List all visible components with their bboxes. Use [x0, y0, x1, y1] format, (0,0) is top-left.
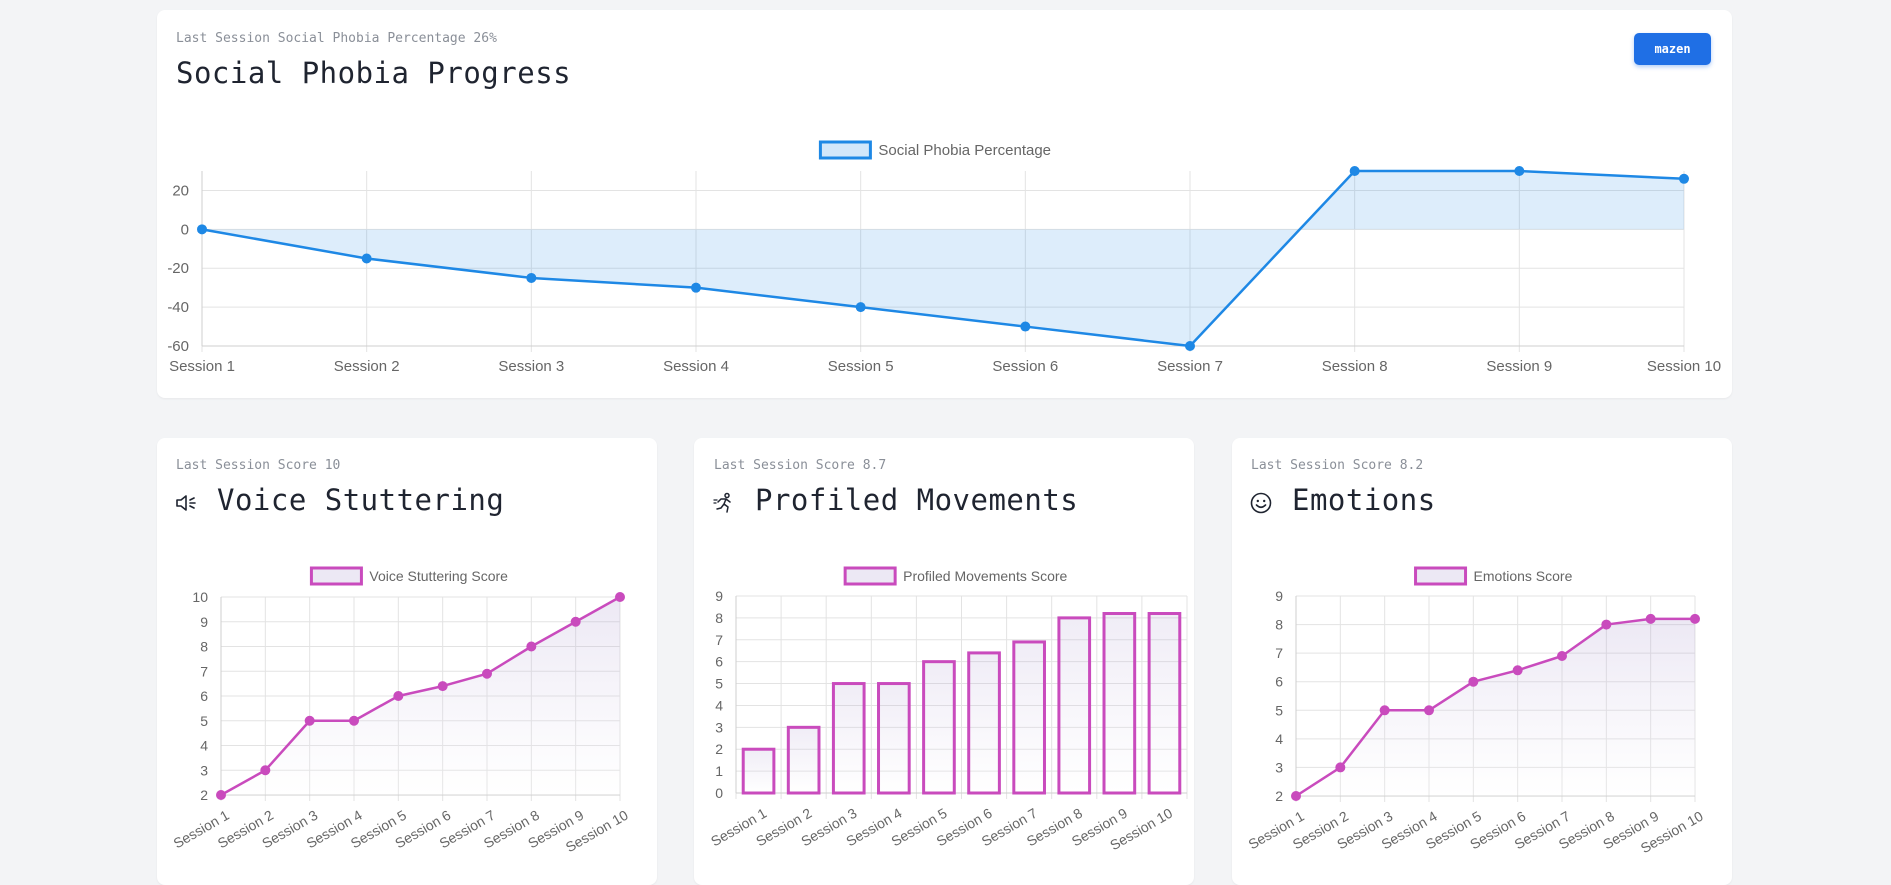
emotions-chart: 98765432Session 1Session 2Session 3Sessi… — [1245, 566, 1706, 856]
y-tick-label: 5 — [1275, 702, 1283, 718]
y-tick-label: 7 — [1275, 645, 1283, 661]
data-point — [1512, 665, 1523, 676]
legend-label: Emotions Score — [1474, 568, 1573, 584]
data-point — [1601, 619, 1612, 630]
y-tick-label: 4 — [1275, 731, 1283, 747]
y-tick-label: 8 — [1275, 617, 1283, 633]
data-point — [1557, 651, 1567, 661]
data-point — [1379, 705, 1390, 716]
y-tick-label: 9 — [1275, 588, 1283, 604]
legend-swatch — [1414, 566, 1468, 586]
area-fill — [1296, 618, 1695, 796]
data-point — [1424, 705, 1434, 716]
data-point — [1335, 762, 1346, 773]
data-point — [1468, 676, 1479, 687]
data-point — [1291, 791, 1301, 801]
y-tick-label: 6 — [1275, 674, 1283, 690]
data-point — [1690, 613, 1700, 624]
y-tick-label: 2 — [1275, 788, 1283, 804]
y-tick-label: 3 — [1275, 759, 1283, 775]
data-point — [1645, 613, 1656, 624]
